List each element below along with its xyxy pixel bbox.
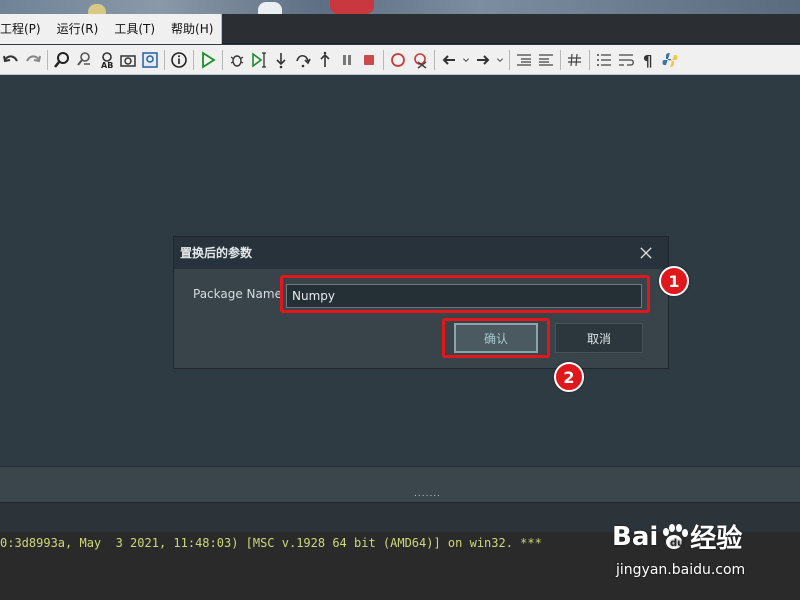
- step-marker-2: 2: [554, 362, 584, 392]
- svg-text:¶: ¶: [643, 52, 653, 69]
- toolbar-separator: [47, 49, 48, 70]
- clear-breakpoints-icon[interactable]: [409, 49, 431, 71]
- wrap-icon[interactable]: [615, 49, 637, 71]
- list-icon[interactable]: [593, 49, 615, 71]
- toolbar-separator: [164, 49, 165, 70]
- python-icon[interactable]: [659, 49, 681, 71]
- toolbar-separator: [222, 49, 223, 70]
- step-over-icon[interactable]: [292, 49, 314, 71]
- confirm-button[interactable]: 确认: [454, 323, 538, 353]
- stop-icon[interactable]: [358, 49, 380, 71]
- redo-icon[interactable]: [22, 49, 44, 71]
- info-icon[interactable]: [168, 49, 190, 71]
- pilcrow-icon[interactable]: ¶: [637, 49, 659, 71]
- forward-icon[interactable]: [472, 49, 494, 71]
- forward-dropdown-icon[interactable]: [494, 49, 506, 71]
- back-icon[interactable]: [438, 49, 460, 71]
- indent-icon[interactable]: [513, 49, 535, 71]
- menu-project[interactable]: 工程(P): [0, 14, 49, 44]
- desktop-background: [0, 0, 800, 14]
- splitter-grip[interactable]: .......: [414, 490, 442, 499]
- step-into-icon[interactable]: [270, 49, 292, 71]
- toolbar-separator: [589, 49, 590, 70]
- watermark-brand-text: Bai: [612, 521, 659, 552]
- comment-icon[interactable]: [564, 49, 586, 71]
- dialog-title: 置换后的参数: [180, 246, 253, 260]
- menu-group: 工程(P) 运行(R) 工具(T) 帮助(H): [0, 14, 222, 44]
- menu-run[interactable]: 运行(R): [49, 14, 107, 44]
- paw-icon: du: [663, 523, 689, 549]
- replace-icon[interactable]: AB: [95, 49, 117, 71]
- zoom-icon[interactable]: [139, 49, 161, 71]
- run-icon[interactable]: [197, 49, 219, 71]
- menu-help[interactable]: 帮助(H): [163, 14, 221, 44]
- debug-icon[interactable]: [226, 49, 248, 71]
- find-in-files-icon[interactable]: [73, 49, 95, 71]
- baidu-watermark: Bai du 经验 jingyan.baidu.com: [612, 518, 792, 584]
- parameter-dialog: 置换后的参数 Package Name Numpy 确认 取消: [173, 236, 669, 369]
- toolbar-separator: [193, 49, 194, 70]
- cancel-button[interactable]: 取消: [555, 323, 643, 353]
- menu-bar: 工程(P) 运行(R) 工具(T) 帮助(H): [0, 14, 800, 44]
- desktop-icon-red: [330, 0, 374, 14]
- console-output-line: 0:3d8993a, May 3 2021, 11:48:03) [MSC v.…: [0, 536, 542, 550]
- back-dropdown-icon[interactable]: [460, 49, 472, 71]
- toolbar-separator: [434, 49, 435, 70]
- menu-tools[interactable]: 工具(T): [106, 14, 163, 44]
- package-name-input[interactable]: Numpy: [286, 284, 642, 308]
- svg-text:AB: AB: [101, 61, 113, 69]
- watermark-brand: Bai du 经验: [612, 518, 742, 555]
- breakpoint-icon[interactable]: [387, 49, 409, 71]
- close-icon[interactable]: [636, 243, 656, 263]
- desktop-icon-white: [258, 2, 282, 14]
- watermark-url: jingyan.baidu.com: [616, 562, 746, 578]
- toolbar-separator: [509, 49, 510, 70]
- dialog-header: 置换后的参数: [174, 237, 668, 269]
- screenshot-icon[interactable]: [117, 49, 139, 71]
- desktop-icon-yellow: [88, 4, 106, 14]
- step-out-icon[interactable]: [314, 49, 336, 71]
- step-marker-1: 1: [659, 266, 689, 296]
- find-icon[interactable]: [51, 49, 73, 71]
- svg-text:du: du: [670, 538, 684, 549]
- toolbar: AB ¶: [0, 45, 800, 75]
- panel-splitter[interactable]: .......: [0, 466, 800, 502]
- toolbar-separator: [560, 49, 561, 70]
- unindent-icon[interactable]: [535, 49, 557, 71]
- toolbar-separator: [383, 49, 384, 70]
- run-to-cursor-icon[interactable]: [248, 49, 270, 71]
- watermark-jingyan-text: 经验: [690, 524, 743, 554]
- undo-icon[interactable]: [0, 49, 22, 71]
- pause-icon[interactable]: [336, 49, 358, 71]
- package-name-label: Package Name: [193, 287, 282, 301]
